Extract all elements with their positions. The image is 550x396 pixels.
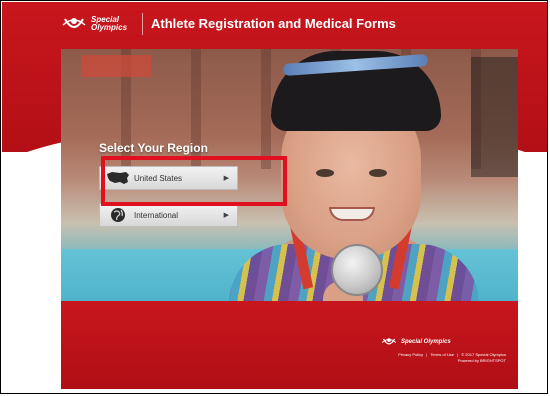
- privacy-policy-link[interactable]: Privacy Policy: [398, 352, 423, 357]
- browser-frame: Special Olympics Athlete Registration an…: [0, 0, 548, 394]
- logo-line-2: Olympics: [91, 23, 128, 32]
- footer-sep: |: [426, 352, 428, 357]
- globe-icon: [106, 207, 130, 223]
- footer-links: Privacy Policy | Terms of Use | © 2017 S…: [396, 352, 506, 364]
- special-olympics-logo[interactable]: Special Olympics: [61, 13, 127, 35]
- footer-logo-text: Special Olympics: [401, 339, 451, 345]
- photo-eye-right: [369, 169, 387, 177]
- photo-window-red: [81, 55, 151, 77]
- region-label: United States: [134, 173, 183, 183]
- footer-sep: |: [457, 352, 459, 357]
- region-heading: Select Your Region: [99, 141, 208, 155]
- logo-text: Special Olympics: [91, 16, 127, 32]
- photo-smile: [329, 207, 375, 221]
- photo-eye-left: [316, 169, 334, 177]
- header-divider: [142, 13, 143, 35]
- page-title: Athlete Registration and Medical Forms: [151, 16, 396, 31]
- chevron-right-icon: ▶: [223, 175, 229, 182]
- chevron-right-icon: ▶: [223, 212, 229, 219]
- footer-logo[interactable]: Special Olympics: [381, 335, 451, 349]
- special-olympics-emblem-icon: [381, 338, 397, 345]
- special-olympics-emblem-icon: [62, 18, 86, 28]
- region-international-button[interactable]: International ▶: [99, 203, 238, 227]
- photo-window-dark: [471, 57, 518, 177]
- copyright-text: © 2017 Special Olympics: [461, 352, 506, 357]
- region-united-states-button[interactable]: United States ▶: [99, 166, 238, 190]
- hero-card: Special Olympics Privacy Policy | Terms …: [61, 49, 518, 389]
- us-map-icon: [106, 170, 130, 186]
- powered-by-text: Powered by BRIGHTSPOT: [457, 358, 506, 363]
- region-label: International: [134, 210, 179, 220]
- page-header: Special Olympics Athlete Registration an…: [1, 1, 547, 49]
- terms-of-use-link[interactable]: Terms of Use: [430, 352, 454, 357]
